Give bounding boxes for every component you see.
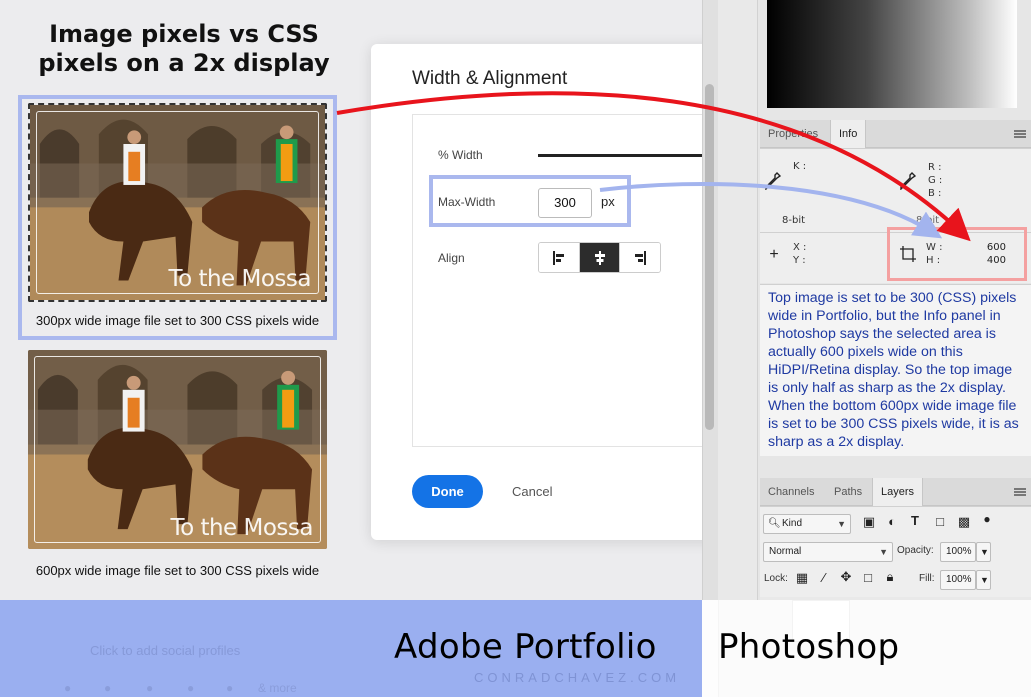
align-center-icon <box>594 250 605 265</box>
width-height-highlight <box>887 227 1027 281</box>
top-photo[interactable]: To the Mossa <box>28 103 327 302</box>
linkedin-icon: ● <box>146 681 154 695</box>
artboard-icon[interactable]: □ <box>859 570 877 585</box>
facebook-icon: ● <box>187 681 195 695</box>
blend-mode-select[interactable]: Normal ▼ <box>763 542 893 562</box>
photoshop-dock-column <box>718 0 758 600</box>
info-r-label: R : <box>928 162 942 173</box>
max-width-input[interactable]: 300 <box>538 188 592 218</box>
more-social-text: & more <box>258 681 297 695</box>
fill-input[interactable]: 100% <box>940 570 976 590</box>
gradient-preview <box>767 0 1017 108</box>
panel-menu-icon[interactable] <box>1014 130 1026 138</box>
align-label: Align <box>438 251 465 265</box>
instagram-icon: ● <box>226 681 234 695</box>
bottom-photo-caption: 600px wide image file set to 300 CSS pix… <box>35 563 320 578</box>
photoshop-label: Photoshop <box>718 627 900 667</box>
dialog-title: Width & Alignment <box>412 68 568 89</box>
adobe-portfolio-label: Adobe Portfolio <box>394 627 657 667</box>
tab-properties[interactable]: Properties <box>760 120 826 148</box>
layers-panel-tabs: Channels Paths Layers <box>760 478 1031 506</box>
chevron-down-icon: ▼ <box>980 547 989 557</box>
align-left-icon <box>552 250 564 265</box>
eyedropper-icon <box>765 172 781 190</box>
align-center-button[interactable] <box>579 243 621 272</box>
info-x-label: X : <box>793 242 807 253</box>
tab-info[interactable]: Info <box>830 120 867 148</box>
align-right-icon <box>635 250 647 265</box>
lock-icon[interactable]: 🔒︎ <box>881 569 899 585</box>
cancel-button[interactable]: Cancel <box>512 484 552 499</box>
width-label: % Width <box>438 148 483 162</box>
info-panel-tabs: Properties Info <box>760 120 1031 148</box>
explanation-text: Top image is set to be 300 (CSS) pixels … <box>768 290 1019 450</box>
image-filter-icon[interactable]: ▣ <box>860 514 878 530</box>
chevron-down-icon: ▼ <box>837 519 846 529</box>
watermark-text: To the Mossa <box>170 515 313 541</box>
panel-menu-icon[interactable] <box>1014 488 1026 496</box>
width-alignment-dialog: Width & Alignment % Width Max-Width 300 … <box>371 44 731 540</box>
info-bit-left: 8-bit <box>782 215 806 226</box>
eyedropper-icon <box>900 172 916 190</box>
tab-paths[interactable]: Paths <box>826 478 870 506</box>
bottom-photo[interactable]: To the Mossa <box>28 350 327 549</box>
max-width-label: Max-Width <box>438 195 496 209</box>
info-g-label: G : <box>928 175 943 186</box>
screenshot: Image pixels vs CSS pixels on a 2x displ… <box>0 0 1031 697</box>
brush-icon[interactable]: ∕ <box>815 570 833 585</box>
kind-filter-label: Kind <box>782 518 803 529</box>
fill-label: Fill: <box>919 573 935 584</box>
type-filter-icon[interactable]: T <box>906 513 924 528</box>
smart-object-filter-icon[interactable]: ▩ <box>955 514 973 530</box>
fill-dropdown[interactable]: ▼ <box>976 570 991 590</box>
watermark-text: To the Mossa <box>168 266 311 292</box>
chevron-down-icon: ▼ <box>980 575 989 585</box>
align-left-button[interactable] <box>539 243 580 272</box>
opacity-dropdown[interactable]: ▼ <box>976 542 991 562</box>
info-bit-right: 8-bit <box>916 215 940 226</box>
width-slider[interactable] <box>538 154 713 157</box>
move-icon[interactable]: ✥ <box>837 569 855 585</box>
adjustment-filter-icon[interactable]: ◐ <box>883 514 901 529</box>
search-icon: 🔍︎ <box>768 518 781 529</box>
done-button[interactable]: Done <box>412 475 483 508</box>
opacity-label: Opacity: <box>897 545 934 556</box>
top-photo-caption: 300px wide image file set to 300 CSS pix… <box>35 313 320 328</box>
crosshair-icon: + <box>769 246 779 263</box>
info-k-label: K : <box>793 161 807 172</box>
tab-channels[interactable]: Channels <box>760 478 822 506</box>
opacity-input[interactable]: 100% <box>940 542 976 562</box>
filter-toggle-icon[interactable]: ● <box>978 512 996 526</box>
align-segmented-control <box>538 242 661 273</box>
social-profiles-ghost-text: Click to add social profiles <box>90 643 241 658</box>
site-credit: CONRADCHAVEZ.COM <box>474 670 681 685</box>
max-width-unit: px <box>601 194 615 209</box>
layer-kind-filter[interactable]: 🔍︎ Kind ▼ <box>763 514 851 534</box>
tab-layers[interactable]: Layers <box>872 478 924 506</box>
shape-filter-icon[interactable]: □ <box>931 514 949 529</box>
chevron-down-icon: ▼ <box>879 547 888 557</box>
lock-label: Lock: <box>764 573 788 584</box>
scrollbar-thumb[interactable] <box>705 84 714 430</box>
info-b-label: B : <box>928 188 942 199</box>
blend-mode-value: Normal <box>769 546 802 557</box>
behance-icon: ● <box>104 681 112 695</box>
info-y-label: Y : <box>793 255 806 266</box>
dialog-settings-panel: % Width Max-Width 300 px Align <box>412 114 713 447</box>
align-right-button[interactable] <box>620 243 660 272</box>
twitter-icon: ● <box>64 681 72 695</box>
lock-pixels-icon[interactable]: ▦ <box>793 570 811 586</box>
page-title: Image pixels vs CSS pixels on a 2x displ… <box>38 20 330 77</box>
